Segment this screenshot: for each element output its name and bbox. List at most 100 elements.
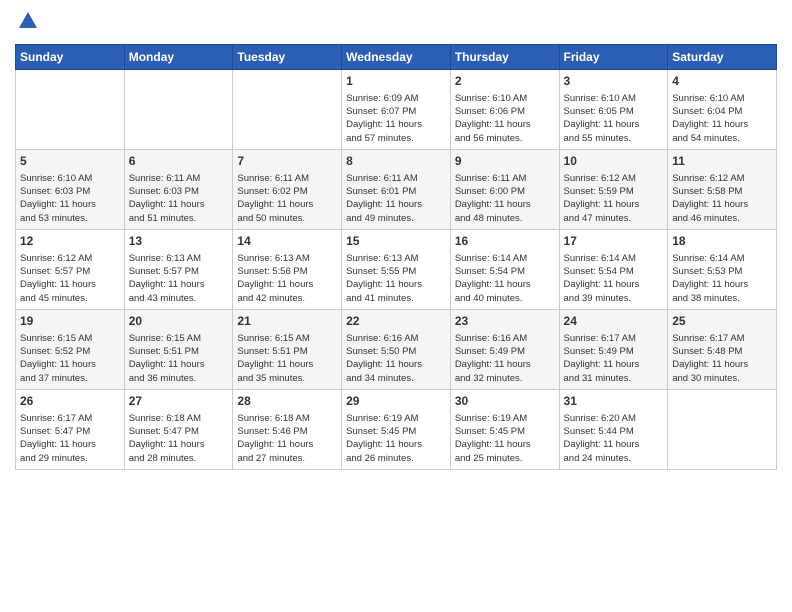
calendar-cell: 30Sunrise: 6:19 AMSunset: 5:45 PMDayligh… [450, 390, 559, 470]
day-info: Sunrise: 6:14 AMSunset: 5:53 PMDaylight:… [672, 252, 772, 305]
calendar-cell: 5 Sunrise: 6:10 AMSunset: 6:03 PMDaylight… [16, 150, 125, 230]
calendar-cell: 20Sunrise: 6:15 AMSunset: 5:51 PMDayligh… [124, 310, 233, 390]
calendar-cell: 16 Sunrise: 6:14 AMSunset: 5:54 PMDayligh… [450, 230, 559, 310]
calendar-cell: 9 Sunrise: 6:11 AMSunset: 6:00 PMDaylight… [450, 150, 559, 230]
day-number: 21 [237, 313, 337, 330]
page-header [15, 10, 777, 36]
day-number: 7 [237, 153, 337, 170]
calendar-cell: 4 Sunrise: 6:10 AMSunset: 6:04 PMDaylight… [668, 70, 777, 150]
weekday-header-monday: Monday [124, 45, 233, 70]
week-row-4: 19 Sunrise: 6:15 AMSunset: 5:52 PMDayligh… [16, 310, 777, 390]
calendar-cell: 1 Sunrise: 6:09 AMSunset: 6:07 PMDaylight… [342, 70, 451, 150]
day-info: Sunrise: 6:17 AMSunset: 5:48 PMDaylight:… [672, 332, 772, 385]
day-number: 14 [237, 233, 337, 250]
day-info: Sunrise: 6:19 AMSunset: 5:45 PMDaylight:… [346, 412, 446, 465]
day-number: 12 [20, 233, 120, 250]
calendar-header: SundayMondayTuesdayWednesdayThursdayFrid… [16, 45, 777, 70]
day-number: 28 [237, 393, 337, 410]
day-number: 1 [346, 73, 446, 90]
week-row-3: 12 Sunrise: 6:12 AMSunset: 5:57 PMDayligh… [16, 230, 777, 310]
calendar-cell: 18Sunrise: 6:14 AMSunset: 5:53 PMDayligh… [668, 230, 777, 310]
day-info: Sunrise: 6:16 AMSunset: 5:50 PMDaylight:… [346, 332, 446, 385]
day-info: Sunrise: 6:13 AMSunset: 5:57 PMDaylight:… [129, 252, 229, 305]
day-info: Sunrise: 6:14 AMSunset: 5:54 PMDaylight:… [455, 252, 555, 305]
day-number: 16 [455, 233, 555, 250]
calendar: SundayMondayTuesdayWednesdayThursdayFrid… [15, 44, 777, 470]
day-info: Sunrise: 6:18 AMSunset: 5:46 PMDaylight:… [237, 412, 337, 465]
day-number: 31 [564, 393, 664, 410]
day-info: Sunrise: 6:10 AMSunset: 6:03 PMDaylight:… [20, 172, 120, 225]
day-number: 17 [564, 233, 664, 250]
day-number: 19 [20, 313, 120, 330]
day-info: Sunrise: 6:17 AMSunset: 5:47 PMDaylight:… [20, 412, 120, 465]
calendar-cell: 7 Sunrise: 6:11 AMSunset: 6:02 PMDaylight… [233, 150, 342, 230]
weekday-header-friday: Friday [559, 45, 668, 70]
calendar-cell: 2 Sunrise: 6:10 AMSunset: 6:06 PMDaylight… [450, 70, 559, 150]
day-info: Sunrise: 6:15 AMSunset: 5:51 PMDaylight:… [129, 332, 229, 385]
day-number: 2 [455, 73, 555, 90]
day-number: 13 [129, 233, 229, 250]
logo [15, 10, 39, 36]
day-info: Sunrise: 6:20 AMSunset: 5:44 PMDaylight:… [564, 412, 664, 465]
calendar-cell: 10Sunrise: 6:12 AMSunset: 5:59 PMDayligh… [559, 150, 668, 230]
weekday-header-saturday: Saturday [668, 45, 777, 70]
week-row-1: 1 Sunrise: 6:09 AMSunset: 6:07 PMDaylight… [16, 70, 777, 150]
day-info: Sunrise: 6:10 AMSunset: 6:04 PMDaylight:… [672, 92, 772, 145]
calendar-cell [124, 70, 233, 150]
day-info: Sunrise: 6:10 AMSunset: 6:06 PMDaylight:… [455, 92, 555, 145]
calendar-cell: 29 Sunrise: 6:19 AMSunset: 5:45 PMDayligh… [342, 390, 451, 470]
day-info: Sunrise: 6:11 AMSunset: 6:03 PMDaylight:… [129, 172, 229, 225]
calendar-cell [16, 70, 125, 150]
week-row-5: 26Sunrise: 6:17 AMSunset: 5:47 PMDayligh… [16, 390, 777, 470]
calendar-body: 1 Sunrise: 6:09 AMSunset: 6:07 PMDaylight… [16, 70, 777, 470]
calendar-cell: 22 Sunrise: 6:16 AMSunset: 5:50 PMDayligh… [342, 310, 451, 390]
calendar-cell: 21Sunrise: 6:15 AMSunset: 5:51 PMDayligh… [233, 310, 342, 390]
calendar-cell: 3 Sunrise: 6:10 AMSunset: 6:05 PMDaylight… [559, 70, 668, 150]
day-info: Sunrise: 6:13 AMSunset: 5:56 PMDaylight:… [237, 252, 337, 305]
day-info: Sunrise: 6:17 AMSunset: 5:49 PMDaylight:… [564, 332, 664, 385]
day-number: 23 [455, 313, 555, 330]
day-info: Sunrise: 6:16 AMSunset: 5:49 PMDaylight:… [455, 332, 555, 385]
day-number: 8 [346, 153, 446, 170]
weekday-header-wednesday: Wednesday [342, 45, 451, 70]
day-number: 11 [672, 153, 772, 170]
day-info: Sunrise: 6:12 AMSunset: 5:57 PMDaylight:… [20, 252, 120, 305]
day-number: 9 [455, 153, 555, 170]
day-number: 24 [564, 313, 664, 330]
calendar-cell: 8 Sunrise: 6:11 AMSunset: 6:01 PMDaylight… [342, 150, 451, 230]
calendar-cell: 27Sunrise: 6:18 AMSunset: 5:47 PMDayligh… [124, 390, 233, 470]
day-info: Sunrise: 6:10 AMSunset: 6:05 PMDaylight:… [564, 92, 664, 145]
day-info: Sunrise: 6:11 AMSunset: 6:00 PMDaylight:… [455, 172, 555, 225]
day-number: 3 [564, 73, 664, 90]
logo-icon [17, 10, 39, 32]
calendar-cell: 19 Sunrise: 6:15 AMSunset: 5:52 PMDayligh… [16, 310, 125, 390]
day-number: 29 [346, 393, 446, 410]
calendar-cell: 28 Sunrise: 6:18 AMSunset: 5:46 PMDayligh… [233, 390, 342, 470]
day-info: Sunrise: 6:13 AMSunset: 5:55 PMDaylight:… [346, 252, 446, 305]
calendar-cell: 25Sunrise: 6:17 AMSunset: 5:48 PMDayligh… [668, 310, 777, 390]
calendar-cell: 31 Sunrise: 6:20 AMSunset: 5:44 PMDayligh… [559, 390, 668, 470]
calendar-cell [668, 390, 777, 470]
calendar-cell [233, 70, 342, 150]
calendar-cell: 15 Sunrise: 6:13 AMSunset: 5:55 PMDayligh… [342, 230, 451, 310]
day-number: 5 [20, 153, 120, 170]
day-number: 22 [346, 313, 446, 330]
day-number: 30 [455, 393, 555, 410]
day-info: Sunrise: 6:14 AMSunset: 5:54 PMDaylight:… [564, 252, 664, 305]
day-info: Sunrise: 6:11 AMSunset: 6:02 PMDaylight:… [237, 172, 337, 225]
day-info: Sunrise: 6:09 AMSunset: 6:07 PMDaylight:… [346, 92, 446, 145]
day-info: Sunrise: 6:15 AMSunset: 5:52 PMDaylight:… [20, 332, 120, 385]
day-number: 4 [672, 73, 772, 90]
day-number: 27 [129, 393, 229, 410]
day-number: 15 [346, 233, 446, 250]
calendar-cell: 13 Sunrise: 6:13 AMSunset: 5:57 PMDayligh… [124, 230, 233, 310]
calendar-cell: 11Sunrise: 6:12 AMSunset: 5:58 PMDayligh… [668, 150, 777, 230]
day-number: 6 [129, 153, 229, 170]
calendar-cell: 12 Sunrise: 6:12 AMSunset: 5:57 PMDayligh… [16, 230, 125, 310]
day-info: Sunrise: 6:11 AMSunset: 6:01 PMDaylight:… [346, 172, 446, 225]
weekday-row: SundayMondayTuesdayWednesdayThursdayFrid… [16, 45, 777, 70]
calendar-cell: 26Sunrise: 6:17 AMSunset: 5:47 PMDayligh… [16, 390, 125, 470]
weekday-header-thursday: Thursday [450, 45, 559, 70]
week-row-2: 5 Sunrise: 6:10 AMSunset: 6:03 PMDaylight… [16, 150, 777, 230]
calendar-cell: 17 Sunrise: 6:14 AMSunset: 5:54 PMDayligh… [559, 230, 668, 310]
